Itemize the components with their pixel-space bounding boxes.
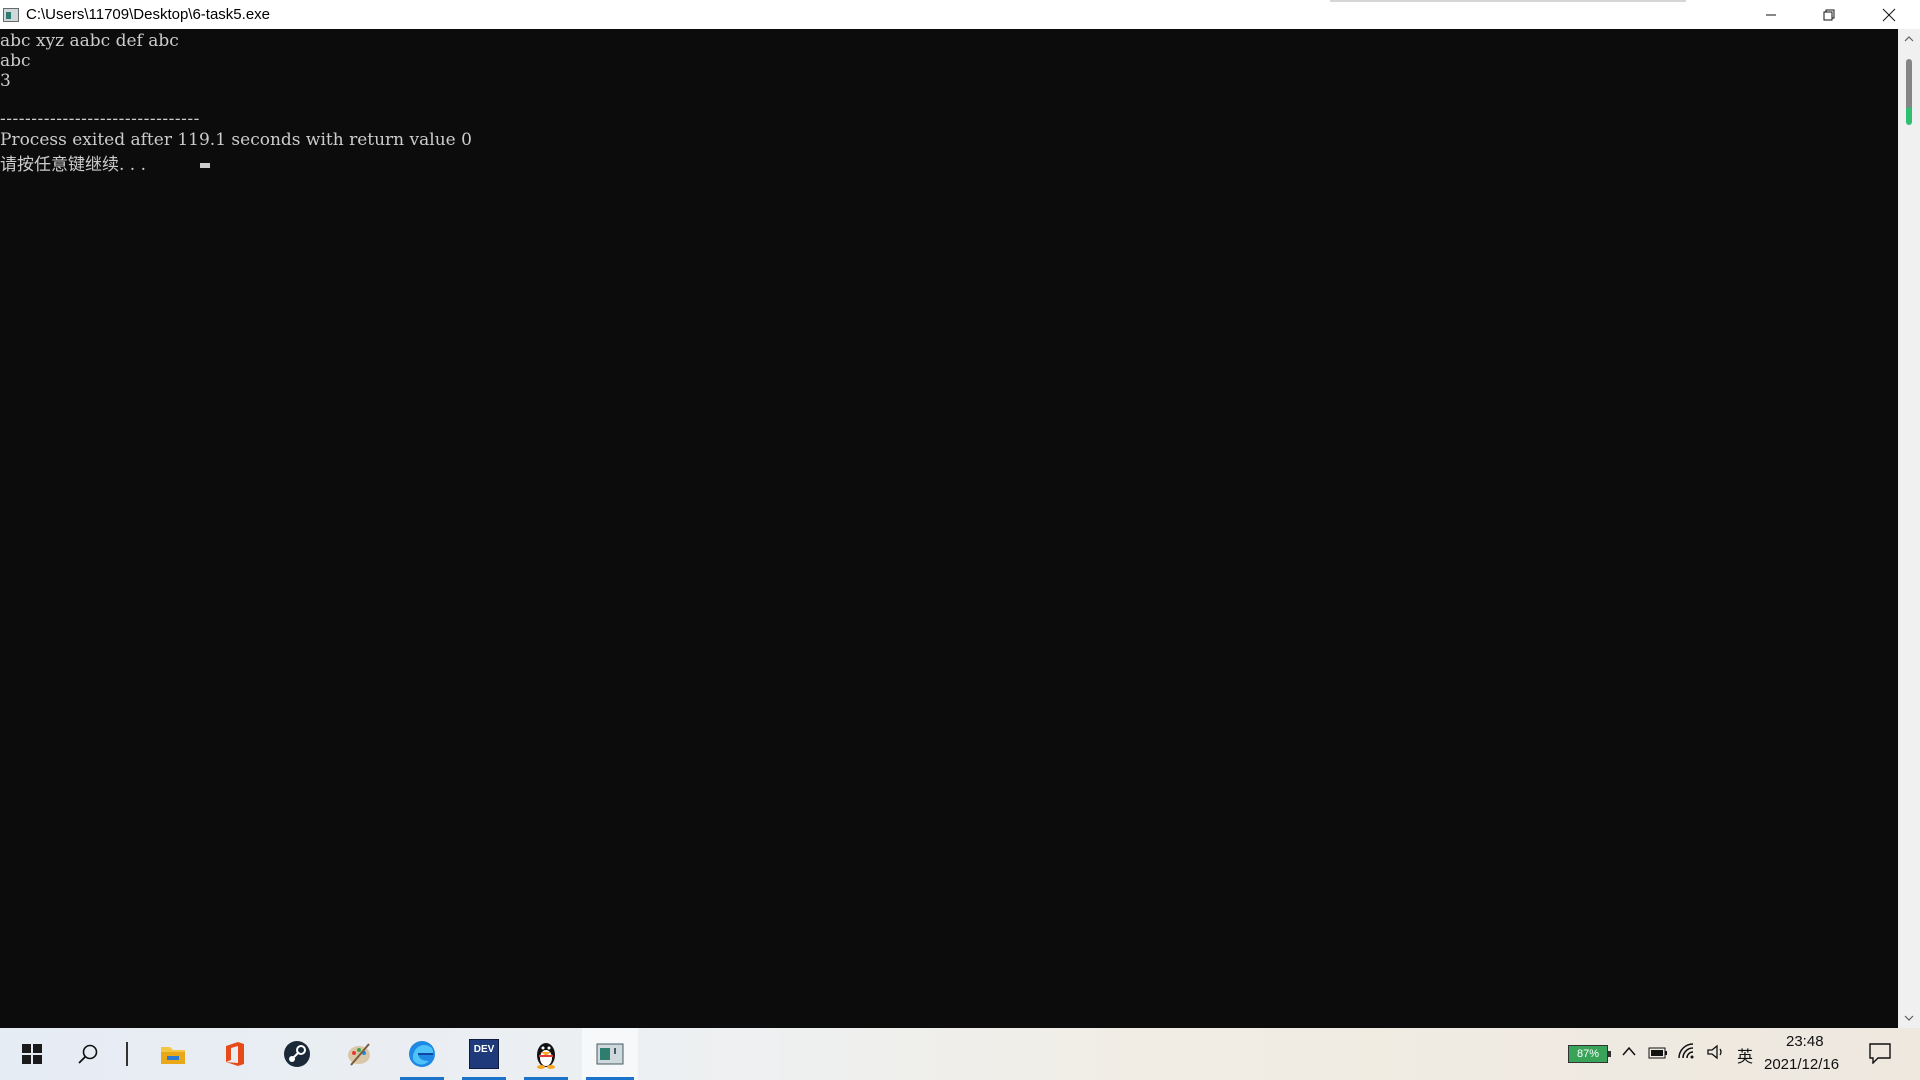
office-icon — [226, 1042, 244, 1066]
paint-icon — [348, 1043, 370, 1066]
console-app-icon — [596, 1043, 624, 1065]
folder-icon — [161, 1047, 185, 1064]
console-line: abc — [0, 51, 31, 71]
taskbar-paint[interactable] — [334, 1028, 384, 1080]
devcpp-label: DEV — [473, 1044, 495, 1055]
taskbar-steam[interactable] — [272, 1028, 322, 1080]
qq-penguin-icon — [537, 1043, 555, 1069]
scroll-down-arrow-icon[interactable] — [1898, 1008, 1920, 1028]
console-app-icon — [3, 7, 19, 22]
taskbar-separator — [126, 1042, 128, 1066]
close-icon — [1882, 8, 1896, 21]
start-button[interactable] — [8, 1028, 56, 1080]
window-title: C:\Users\11709\Desktop\6-task5.exe — [26, 6, 271, 23]
console-line: 3 — [0, 71, 11, 91]
taskbar-office[interactable] — [210, 1028, 260, 1080]
close-button[interactable] — [1858, 0, 1920, 29]
devcpp-icon: DEV — [469, 1039, 499, 1069]
vertical-scrollbar[interactable] — [1898, 29, 1920, 1028]
restore-button[interactable] — [1800, 0, 1858, 29]
windows-logo-icon — [22, 1044, 42, 1064]
taskbar-qq[interactable] — [520, 1028, 572, 1080]
console-separator-line: -------------------------------- — [0, 109, 200, 129]
scroll-thumb-accent — [1906, 107, 1912, 125]
console-output[interactable]: abc xyz aabc def abc abc 3 -------------… — [0, 29, 1898, 1028]
console-line: Process exited after 119.1 seconds with … — [0, 130, 472, 150]
wifi-icon[interactable] — [1677, 1042, 1697, 1063]
minimize-icon — [1766, 14, 1776, 15]
taskbar-file-explorer[interactable] — [148, 1028, 198, 1080]
clock-date[interactable]: 2021/12/16 — [1764, 1056, 1839, 1073]
battery-icon[interactable] — [1648, 1046, 1668, 1062]
scroll-up-arrow-icon[interactable] — [1898, 29, 1920, 49]
console-line: abc xyz aabc def abc — [0, 31, 179, 51]
show-hidden-icons-chevron-icon[interactable] — [1621, 1044, 1637, 1061]
steam-icon — [284, 1041, 310, 1067]
title-bar[interactable]: C:\Users\11709\Desktop\6-task5.exe — [0, 0, 1920, 29]
taskbar-edge[interactable] — [396, 1028, 448, 1080]
volume-icon[interactable] — [1706, 1043, 1726, 1064]
search-button[interactable] — [64, 1028, 112, 1080]
ime-indicator[interactable]: 英 — [1737, 1043, 1753, 1067]
restore-icon — [1823, 9, 1835, 20]
title-bar-shadow — [1330, 0, 1686, 2]
console-prompt-line: 请按任意键继续. . . — [0, 155, 147, 175]
edge-icon — [409, 1041, 435, 1067]
battery-percentage: 87% — [1576, 1048, 1600, 1060]
battery-indicator[interactable]: 87% — [1568, 1045, 1611, 1063]
taskbar-dev-cpp[interactable]: DEV — [458, 1028, 510, 1080]
taskbar: DEV 87% 英 23:48 2021/12/16 — [0, 1028, 1920, 1080]
search-icon — [78, 1044, 98, 1064]
taskbar-console[interactable] — [582, 1028, 638, 1080]
text-cursor — [200, 163, 210, 168]
minimize-button[interactable] — [1742, 0, 1800, 29]
notification-center-icon[interactable] — [1868, 1042, 1892, 1067]
clock-time[interactable]: 23:48 — [1786, 1033, 1824, 1050]
